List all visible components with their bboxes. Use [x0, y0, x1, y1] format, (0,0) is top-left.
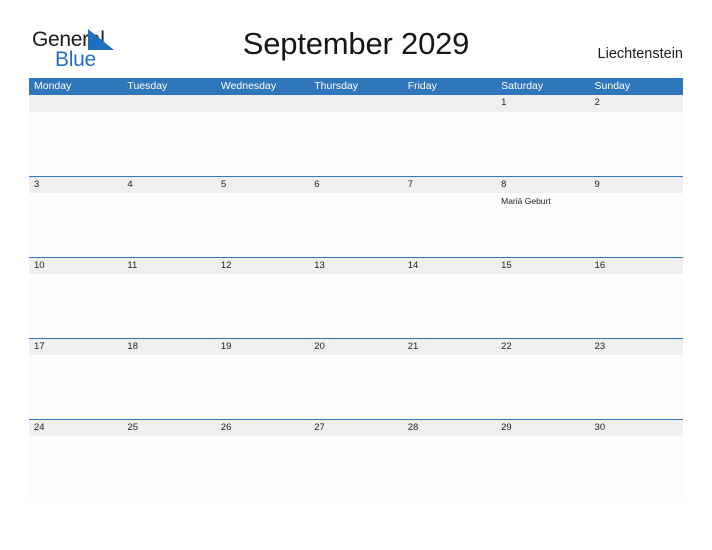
day-cell[interactable]	[122, 274, 215, 338]
day-cell[interactable]	[216, 436, 309, 500]
week-event-band	[29, 436, 683, 500]
week-date-band: 3 4 5 6 7 8 9	[29, 176, 683, 193]
day-cell[interactable]: Mariä Geburt	[496, 193, 589, 257]
weekday-header-sunday: Sunday	[594, 80, 631, 92]
day-number[interactable]: 20	[309, 339, 402, 355]
day-number[interactable]: 13	[309, 258, 402, 274]
day-number[interactable]: 18	[122, 339, 215, 355]
weekday-header-tuesday: Tuesday	[127, 80, 168, 92]
week-event-band: Mariä Geburt	[29, 193, 683, 257]
weekday-header-saturday: Saturday	[501, 80, 544, 92]
day-number[interactable]: 1	[496, 95, 589, 112]
weekday-header-friday: Friday	[407, 80, 437, 92]
day-cell[interactable]	[216, 112, 309, 176]
day-cell[interactable]	[590, 436, 683, 500]
day-number[interactable]: 8	[496, 177, 589, 193]
day-cell[interactable]	[403, 436, 496, 500]
week-event-band	[29, 112, 683, 176]
weekday-header-wednesday: Wednesday	[220, 80, 277, 92]
day-cell[interactable]	[590, 355, 683, 419]
day-number[interactable]: 5	[216, 177, 309, 193]
day-number[interactable]: 9	[590, 177, 683, 193]
day-number[interactable]: 11	[122, 258, 215, 274]
week-event-band	[29, 274, 683, 338]
day-number[interactable]: 6	[309, 177, 402, 193]
day-number[interactable]: 21	[403, 339, 496, 355]
day-number[interactable]: 3	[29, 177, 122, 193]
day-number[interactable]: 17	[29, 339, 122, 355]
day-cell[interactable]	[29, 112, 122, 176]
day-cell[interactable]	[403, 193, 496, 257]
day-cell[interactable]	[216, 355, 309, 419]
day-cell[interactable]	[309, 274, 402, 338]
day-number[interactable]: 7	[403, 177, 496, 193]
day-number[interactable]: 19	[216, 339, 309, 355]
day-number[interactable]: 23	[590, 339, 683, 355]
day-cell[interactable]	[122, 193, 215, 257]
day-cell[interactable]	[309, 193, 402, 257]
day-cell[interactable]	[403, 355, 496, 419]
day-number[interactable]: 29	[496, 420, 589, 436]
day-number[interactable]: 28	[403, 420, 496, 436]
day-number[interactable]	[29, 95, 122, 112]
day-cell[interactable]	[216, 193, 309, 257]
day-cell[interactable]	[29, 274, 122, 338]
calendar-grid: Monday Tuesday Wednesday Thursday Friday…	[29, 78, 683, 500]
page-header: General Blue September 2029 Liechtenstei…	[0, 0, 712, 78]
calendar-week-row: 3 4 5 6 7 8 9 Mariä Geburt	[29, 176, 683, 257]
week-event-band	[29, 355, 683, 419]
day-cell[interactable]	[309, 112, 402, 176]
day-cell[interactable]	[403, 274, 496, 338]
day-number[interactable]: 24	[29, 420, 122, 436]
day-cell[interactable]	[496, 112, 589, 176]
day-number[interactable]: 27	[309, 420, 402, 436]
calendar-week-row: 10 11 12 13 14 15 16	[29, 257, 683, 338]
day-cell[interactable]	[403, 112, 496, 176]
day-number[interactable]: 25	[122, 420, 215, 436]
weekday-header-monday: Monday	[34, 80, 72, 92]
day-cell[interactable]	[29, 436, 122, 500]
day-number[interactable]	[122, 95, 215, 112]
day-number[interactable]: 15	[496, 258, 589, 274]
weekday-header-thursday: Thursday	[314, 80, 359, 92]
day-cell[interactable]	[309, 436, 402, 500]
day-number[interactable]: 4	[122, 177, 215, 193]
day-cell[interactable]	[496, 355, 589, 419]
day-cell[interactable]	[29, 355, 122, 419]
day-event-label: Mariä Geburt	[501, 196, 551, 206]
weekday-header-row: Monday Tuesday Wednesday Thursday Friday…	[29, 78, 683, 95]
day-cell[interactable]	[122, 436, 215, 500]
week-date-band: 10 11 12 13 14 15 16	[29, 257, 683, 274]
week-date-band: 17 18 19 20 21 22 23	[29, 338, 683, 355]
day-cell[interactable]	[496, 436, 589, 500]
calendar-week-row: 1 2	[29, 95, 683, 176]
day-number[interactable]: 2	[590, 95, 683, 112]
day-cell[interactable]	[496, 274, 589, 338]
country-label: Liechtenstein	[597, 46, 683, 62]
day-number[interactable]: 26	[216, 420, 309, 436]
day-number[interactable]: 16	[590, 258, 683, 274]
day-cell[interactable]	[122, 355, 215, 419]
day-number[interactable]	[309, 95, 402, 112]
calendar-week-row: 24 25 26 27 28 29 30	[29, 419, 683, 500]
day-number[interactable]	[403, 95, 496, 112]
day-cell[interactable]	[590, 274, 683, 338]
calendar-week-row: 17 18 19 20 21 22 23	[29, 338, 683, 419]
day-cell[interactable]	[590, 112, 683, 176]
day-cell[interactable]	[216, 274, 309, 338]
week-date-band: 24 25 26 27 28 29 30	[29, 419, 683, 436]
day-number[interactable]: 22	[496, 339, 589, 355]
day-number[interactable]: 12	[216, 258, 309, 274]
day-cell[interactable]	[122, 112, 215, 176]
day-number[interactable]: 14	[403, 258, 496, 274]
week-date-band: 1 2	[29, 95, 683, 112]
day-cell[interactable]	[590, 193, 683, 257]
day-cell[interactable]	[309, 355, 402, 419]
day-cell[interactable]	[29, 193, 122, 257]
day-number[interactable]: 10	[29, 258, 122, 274]
day-number[interactable]	[216, 95, 309, 112]
day-number[interactable]: 30	[590, 420, 683, 436]
